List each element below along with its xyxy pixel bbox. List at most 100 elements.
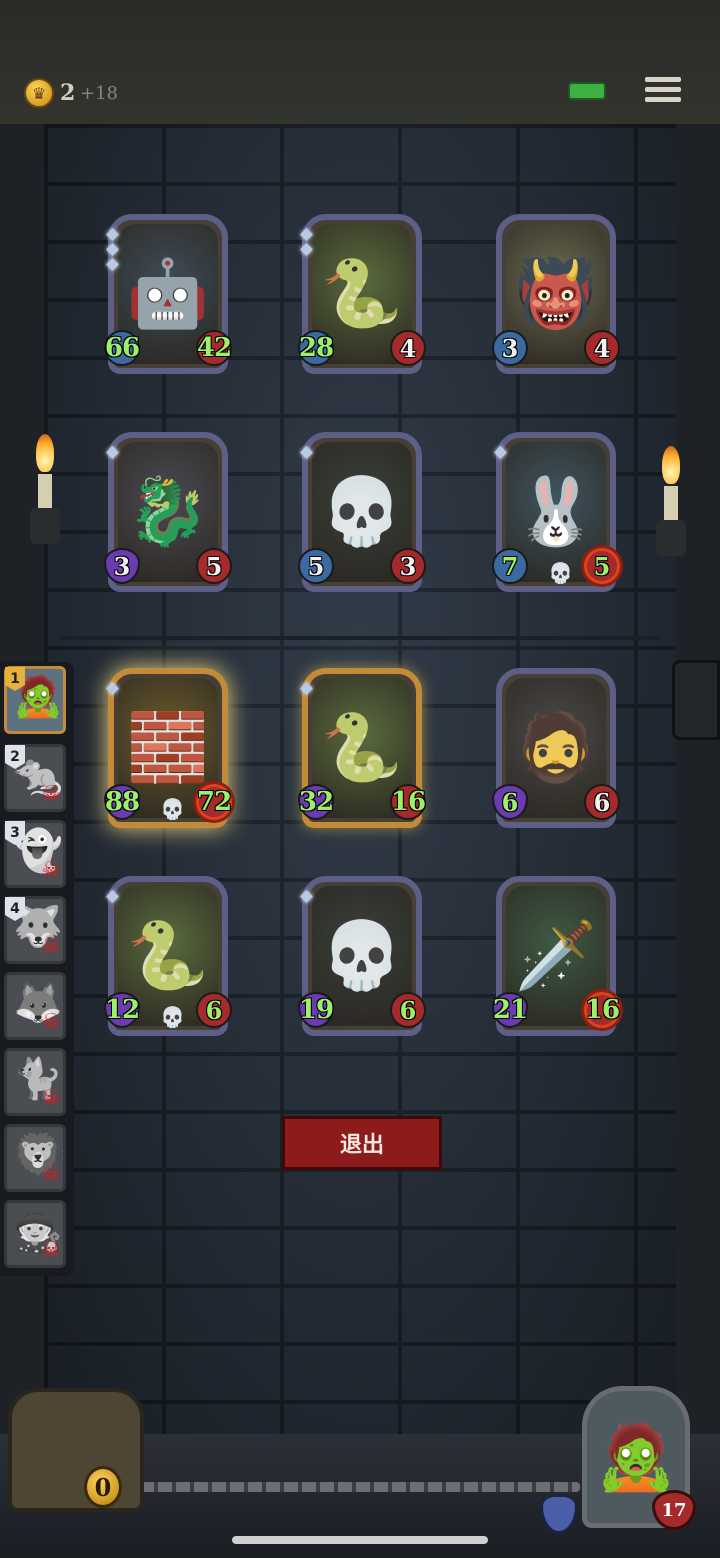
star-rating xyxy=(300,446,316,463)
left-torch-icon xyxy=(30,434,60,554)
skull-icon: 💀 xyxy=(160,797,185,821)
health-stat: 16 xyxy=(390,784,426,820)
board-divider xyxy=(60,636,660,640)
eliminated-skull-icon: ☠ xyxy=(41,1010,61,1035)
star-icon xyxy=(300,682,313,695)
attack-stat: 19 xyxy=(298,992,334,1028)
health-stat: 5 xyxy=(196,548,232,584)
attack-stat: 7 xyxy=(492,548,528,584)
right-torch-icon xyxy=(656,446,686,566)
opponent-item[interactable]: 🧙 ☠ xyxy=(4,1200,66,1268)
attack-stat: 66 xyxy=(104,330,140,366)
unit-art-icon: 🐍 xyxy=(320,255,404,332)
star-icon xyxy=(494,446,507,459)
star-rating xyxy=(106,228,122,275)
chain-decoration xyxy=(140,1482,580,1492)
attack-stat: 88 xyxy=(104,784,140,820)
hamburger-line xyxy=(645,97,681,102)
star-icon xyxy=(106,682,119,695)
unit-card[interactable]: 🤖 66 42 xyxy=(104,214,232,374)
unit-card[interactable]: 👹 3 4 xyxy=(492,214,620,374)
crown-coin-icon: ♛ xyxy=(24,78,54,108)
unit-card[interactable]: 🗡️ 21 16 xyxy=(492,876,620,1036)
unit-art-icon: 🤖 xyxy=(126,255,210,332)
star-rating xyxy=(300,890,316,907)
attack-stat: 32 xyxy=(298,784,334,820)
health-stat: 3 xyxy=(390,548,426,584)
gold-income: +18 xyxy=(80,83,118,104)
attack-stat: 5 xyxy=(298,548,334,584)
unit-art-icon: 🐰 xyxy=(514,473,598,550)
unit-art-icon: 🧱 xyxy=(126,709,210,786)
star-rating xyxy=(494,446,510,463)
health-stat: 6 xyxy=(196,992,232,1028)
eliminated-skull-icon: ☠ xyxy=(41,1086,61,1111)
attack-stat: 28 xyxy=(298,330,334,366)
star-icon xyxy=(106,446,119,459)
skull-icon: 💀 xyxy=(160,1005,185,1029)
opponent-item[interactable]: 👻 3 ☠ xyxy=(4,820,66,888)
unit-card[interactable]: 💀 19 6 xyxy=(298,876,426,1036)
star-icon xyxy=(300,890,313,903)
opponent-item[interactable]: 🧟 1 xyxy=(4,666,66,734)
status-bar: ♛ 2 +18 xyxy=(0,0,720,127)
opponent-item[interactable]: 🐀 2 ☠ xyxy=(4,744,66,812)
door-latch xyxy=(672,660,720,740)
unit-card[interactable]: 🧔 6 6 xyxy=(492,668,620,828)
health-stat: 5 xyxy=(584,548,620,584)
chest-icon[interactable] xyxy=(8,1388,144,1512)
unit-card[interactable]: 🐰 7 💀 5 xyxy=(492,432,620,592)
attack-stat: 21 xyxy=(492,992,528,1028)
health-stat: 72 xyxy=(196,784,232,820)
star-rating xyxy=(300,228,316,260)
star-icon xyxy=(106,243,119,256)
eliminated-skull-icon: ☠ xyxy=(41,782,61,807)
star-rating xyxy=(106,890,122,907)
unit-card[interactable]: 🧱 88 💀 72 xyxy=(104,668,232,828)
attack-stat: 12 xyxy=(104,992,140,1028)
star-rating xyxy=(106,682,122,699)
unit-art-icon: 💀 xyxy=(320,917,404,994)
star-rating xyxy=(300,682,316,699)
star-icon xyxy=(106,258,119,271)
unit-card[interactable]: 🐉 3 5 xyxy=(104,432,232,592)
health-stat: 4 xyxy=(390,330,426,366)
gold-count: 2 xyxy=(60,80,76,106)
unit-card[interactable]: 🐍 28 4 xyxy=(298,214,426,374)
opponent-item[interactable]: 🦁 ☠ xyxy=(4,1124,66,1192)
eliminated-skull-icon: ☠ xyxy=(41,858,61,883)
hamburger-line xyxy=(645,77,681,82)
exit-button[interactable]: 退出 xyxy=(282,1116,442,1170)
unit-art-icon: 🧔 xyxy=(514,709,598,786)
health-stat: 6 xyxy=(390,992,426,1028)
star-icon xyxy=(106,228,119,241)
unit-art-icon: 💀 xyxy=(320,473,404,550)
opponent-item[interactable]: 🦊 ☠ xyxy=(4,972,66,1040)
opponent-item[interactable]: 🐺 4 ☠ xyxy=(4,896,66,964)
star-icon xyxy=(300,228,313,241)
chest-count: 0 xyxy=(84,1466,122,1508)
unit-art-icon: 🐍 xyxy=(320,709,404,786)
unit-art-icon: 🐍 xyxy=(126,917,210,994)
unit-card[interactable]: 🐍 12 💀 6 xyxy=(104,876,232,1036)
health-stat: 4 xyxy=(584,330,620,366)
eliminated-skull-icon: ☠ xyxy=(41,1162,61,1187)
star-icon xyxy=(106,890,119,903)
battery-icon xyxy=(568,82,606,100)
hamburger-line xyxy=(645,87,681,92)
health-stat: 6 xyxy=(584,784,620,820)
attack-stat: 3 xyxy=(492,330,528,366)
star-icon xyxy=(300,446,313,459)
health-stat: 16 xyxy=(584,992,620,1028)
unit-card[interactable]: 💀 5 3 xyxy=(298,432,426,592)
home-indicator[interactable] xyxy=(232,1536,488,1544)
star-rating xyxy=(106,446,122,463)
unit-art-icon: 👹 xyxy=(514,255,598,332)
right-pillar xyxy=(676,124,720,1558)
opponent-item[interactable]: 🐈 ☠ xyxy=(4,1048,66,1116)
unit-card[interactable]: 🐍 32 16 xyxy=(298,668,426,828)
health-stat: 42 xyxy=(196,330,232,366)
eliminated-skull-icon: ☠ xyxy=(41,1238,61,1263)
menu-button[interactable] xyxy=(645,74,681,106)
unit-art-icon: 🗡️ xyxy=(514,917,598,994)
